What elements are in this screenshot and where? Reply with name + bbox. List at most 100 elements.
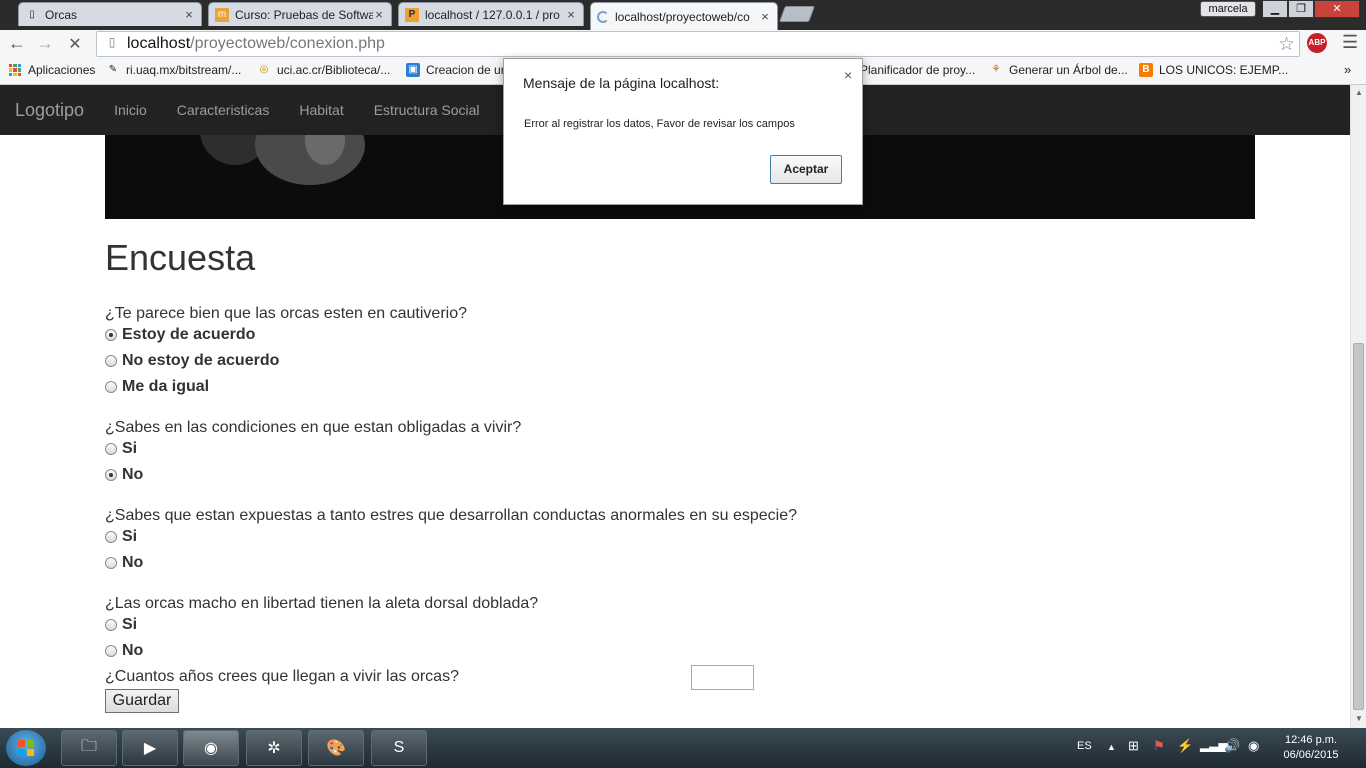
xampp-icon[interactable]: ✲ — [246, 730, 302, 766]
radio-button[interactable] — [105, 329, 117, 341]
paint-icon[interactable]: 🎨 — [308, 730, 364, 766]
option-label: Si — [122, 616, 138, 633]
q1-option-1[interactable]: Estoy de acuerdo — [105, 326, 255, 344]
scroll-down-arrow-icon[interactable]: ▼ — [1355, 714, 1363, 723]
loading-spinner-icon — [597, 10, 609, 23]
windows-flag-tray-icon[interactable]: ⊞ — [1128, 738, 1139, 754]
forward-arrow-icon[interactable]: → — [34, 33, 56, 54]
media-player-icon[interactable]: ▶ — [122, 730, 178, 766]
maximize-button[interactable]: ❐ — [1288, 0, 1314, 18]
radio-button[interactable] — [105, 531, 117, 543]
file-explorer-icon[interactable]: 🗀 — [61, 730, 117, 766]
tab-curso[interactable]: m Curso: Pruebas de Softwa × — [208, 2, 392, 26]
tab-title: localhost/proyectoweb/co — [615, 9, 750, 24]
scrollbar-thumb[interactable] — [1353, 343, 1364, 710]
q1-option-2[interactable]: No estoy de acuerdo — [105, 352, 279, 370]
user-profile-button[interactable]: marcela — [1200, 1, 1256, 17]
tab-title: Curso: Pruebas de Softwa — [235, 7, 373, 22]
site-logo[interactable]: Logotipo — [15, 100, 84, 121]
nav-caracteristicas[interactable]: Caracteristicas — [162, 102, 285, 118]
question-3: ¿Sabes que estan expuestas a tanto estre… — [105, 507, 797, 524]
q3-option-2[interactable]: No — [105, 554, 143, 572]
chrome-icon[interactable]: ◉ — [183, 730, 239, 766]
bookmark-label: Planificador de proy... — [860, 63, 976, 77]
q2-option-1[interactable]: Si — [105, 440, 137, 458]
nav-inicio[interactable]: Inicio — [99, 102, 162, 118]
phpmyadmin-icon: P — [405, 7, 419, 22]
radio-button[interactable] — [105, 557, 117, 569]
chevron-more-icon[interactable]: » — [1344, 62, 1351, 77]
moodle-icon: m — [215, 7, 229, 22]
q4-option-2[interactable]: No — [105, 642, 143, 660]
clock-date: 06/06/2015 — [1283, 749, 1339, 761]
creately-icon: ▣ — [406, 63, 420, 77]
option-label: No — [122, 554, 144, 571]
power-icon[interactable]: ⚡ — [1177, 738, 1193, 754]
option-label: No — [122, 642, 144, 659]
age-input[interactable] — [691, 665, 754, 690]
bookmark-los-unicos[interactable]: B LOS UNICOS: EJEMP... — [1139, 63, 1288, 77]
q2-option-2[interactable]: No — [105, 466, 143, 484]
address-bar[interactable]: ▯ localhost/proyectoweb/conexion.php ☆ — [96, 31, 1300, 57]
question-2: ¿Sabes en las condiciones en que estan o… — [105, 419, 522, 436]
bookmark-bitstream[interactable]: ✎ ri.uaq.mx/bitstream/... — [106, 63, 242, 77]
tab-close-icon[interactable]: × — [565, 7, 577, 22]
taskbar-clock[interactable]: 12:46 p.m. 06/06/2015 — [1278, 733, 1344, 763]
bookmark-star-icon[interactable]: ☆ — [1278, 33, 1295, 56]
stop-loading-icon[interactable]: ✕ — [64, 34, 86, 54]
tab-orcas[interactable]: ▯ Orcas × — [18, 2, 202, 26]
bookmark-label: Creacion de ur — [426, 63, 505, 77]
radio-button[interactable] — [105, 443, 117, 455]
bookmark-aplicaciones[interactable]: Aplicaciones — [8, 63, 95, 77]
bookmark-label: uci.ac.cr/Biblioteca/... — [277, 63, 391, 77]
clock-time: 12:46 p.m. — [1285, 734, 1337, 746]
bookmark-creately[interactable]: ▣ Creacion de ur — [406, 63, 505, 77]
radio-button[interactable] — [105, 381, 117, 393]
tray-expand-icon[interactable]: ▲ — [1107, 742, 1116, 752]
accept-button[interactable]: Aceptar — [770, 155, 842, 184]
bitstream-icon: ✎ — [108, 64, 118, 75]
language-indicator[interactable]: ES — [1077, 740, 1092, 752]
dialog-close-icon[interactable]: × — [844, 67, 852, 83]
start-button[interactable] — [6, 730, 46, 766]
nav-estructura-social[interactable]: Estructura Social — [359, 102, 495, 118]
volume-icon[interactable]: 🔊 — [1224, 738, 1240, 754]
radio-button[interactable] — [105, 355, 117, 367]
close-window-button[interactable]: ✕ — [1314, 0, 1360, 18]
q3-option-1[interactable]: Si — [105, 528, 137, 546]
tab-phpmyadmin[interactable]: P localhost / 127.0.0.1 / pro × — [398, 2, 584, 26]
save-button[interactable]: Guardar — [105, 689, 179, 713]
minimize-button[interactable]: ▁ — [1262, 0, 1288, 18]
radio-button[interactable] — [105, 645, 117, 657]
new-tab-button[interactable] — [779, 6, 815, 22]
age-question: ¿Cuantos años crees que llegan a vivir l… — [105, 668, 459, 685]
bookmark-label: ri.uaq.mx/bitstream/... — [126, 63, 242, 77]
radio-button[interactable] — [105, 619, 117, 631]
tab-conexion[interactable]: localhost/proyectoweb/co × — [590, 2, 778, 30]
tab-close-icon[interactable]: × — [183, 7, 195, 22]
q4-option-1[interactable]: Si — [105, 616, 137, 634]
bookmark-uci[interactable]: ◎ uci.ac.cr/Biblioteca/... — [257, 63, 391, 77]
bookmark-arbol[interactable]: ⚘ Generar un Árbol de... — [989, 63, 1128, 77]
tab-close-icon[interactable]: × — [373, 7, 385, 22]
tab-close-icon[interactable]: × — [759, 9, 771, 24]
nav-habitat[interactable]: Habitat — [284, 102, 358, 118]
alert-dialog: Mensaje de la página localhost: × Error … — [503, 58, 863, 205]
q1-option-3[interactable]: Me da igual — [105, 378, 209, 396]
bookmark-label: Aplicaciones — [28, 63, 96, 77]
back-arrow-icon[interactable]: ← — [6, 33, 28, 54]
address-path: /proyectoweb/conexion.php — [190, 35, 385, 52]
bookmark-label: Generar un Árbol de... — [1009, 63, 1128, 77]
action-center-icon[interactable]: ⚑ — [1153, 738, 1165, 754]
scroll-up-arrow-icon[interactable]: ▲ — [1355, 88, 1363, 97]
chrome-menu-icon[interactable]: ☰ — [1342, 32, 1358, 53]
tab-strip: ▯ Orcas × m Curso: Pruebas de Softwa × P… — [0, 0, 1366, 30]
sublime-text-icon[interactable]: S — [371, 730, 427, 766]
adblock-plus-icon[interactable]: ABP — [1307, 33, 1327, 53]
bookmark-planificador[interactable]: Planificador de proy... — [860, 63, 975, 77]
option-label: Si — [122, 440, 138, 457]
update-icon[interactable]: ◉ — [1248, 738, 1259, 754]
page-scrollbar[interactable]: ▲ ▼ — [1350, 85, 1366, 728]
radio-button[interactable] — [105, 469, 117, 481]
dialog-message: Error al registrar los datos, Favor de r… — [524, 118, 795, 130]
